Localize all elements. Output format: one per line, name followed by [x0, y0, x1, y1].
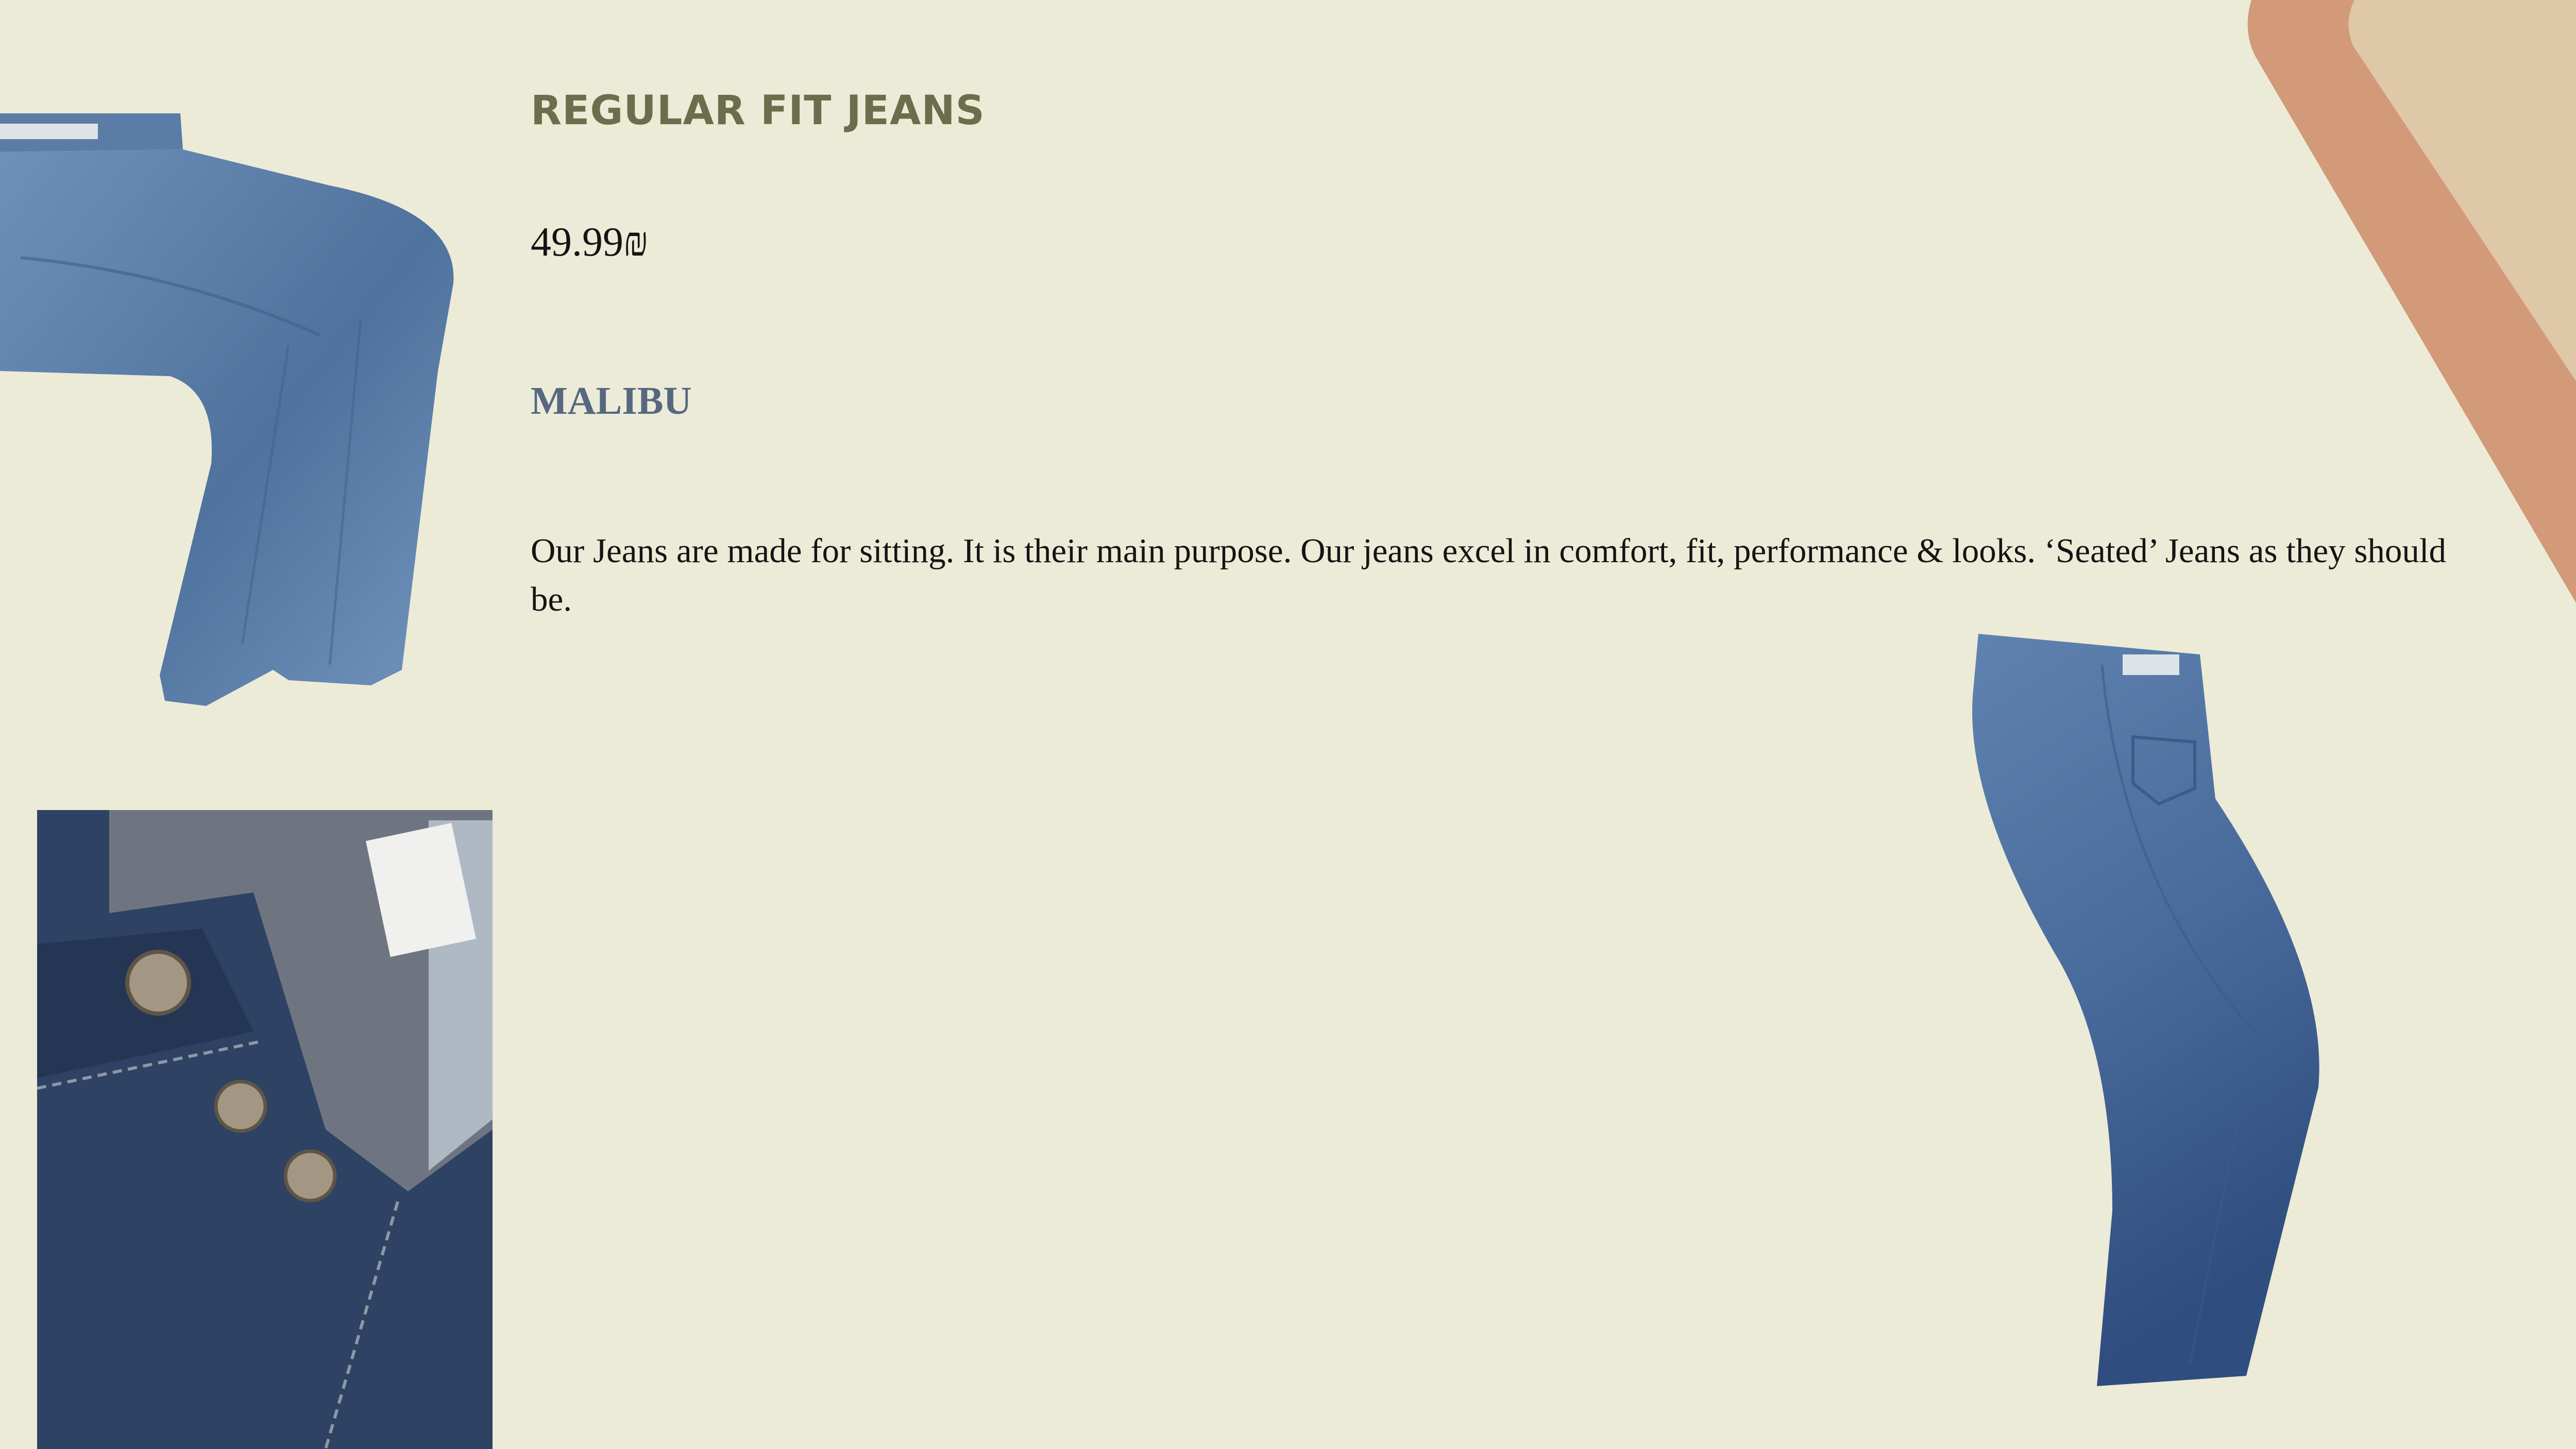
- product-description: Our Jeans are made for sitting. It is th…: [531, 532, 2447, 618]
- standing-jeans-side-view-image: [1972, 634, 2319, 1386]
- jeans-button-fly-closeup-image: [37, 810, 493, 1449]
- decorative-corner-stripes: [2247, 0, 2576, 603]
- seated-jeans-image: [0, 113, 454, 706]
- product-brand: MALIBU: [531, 379, 692, 423]
- product-title: REGULAR FIT JEANS: [531, 88, 985, 134]
- product-price: 49.99₪: [531, 220, 649, 265]
